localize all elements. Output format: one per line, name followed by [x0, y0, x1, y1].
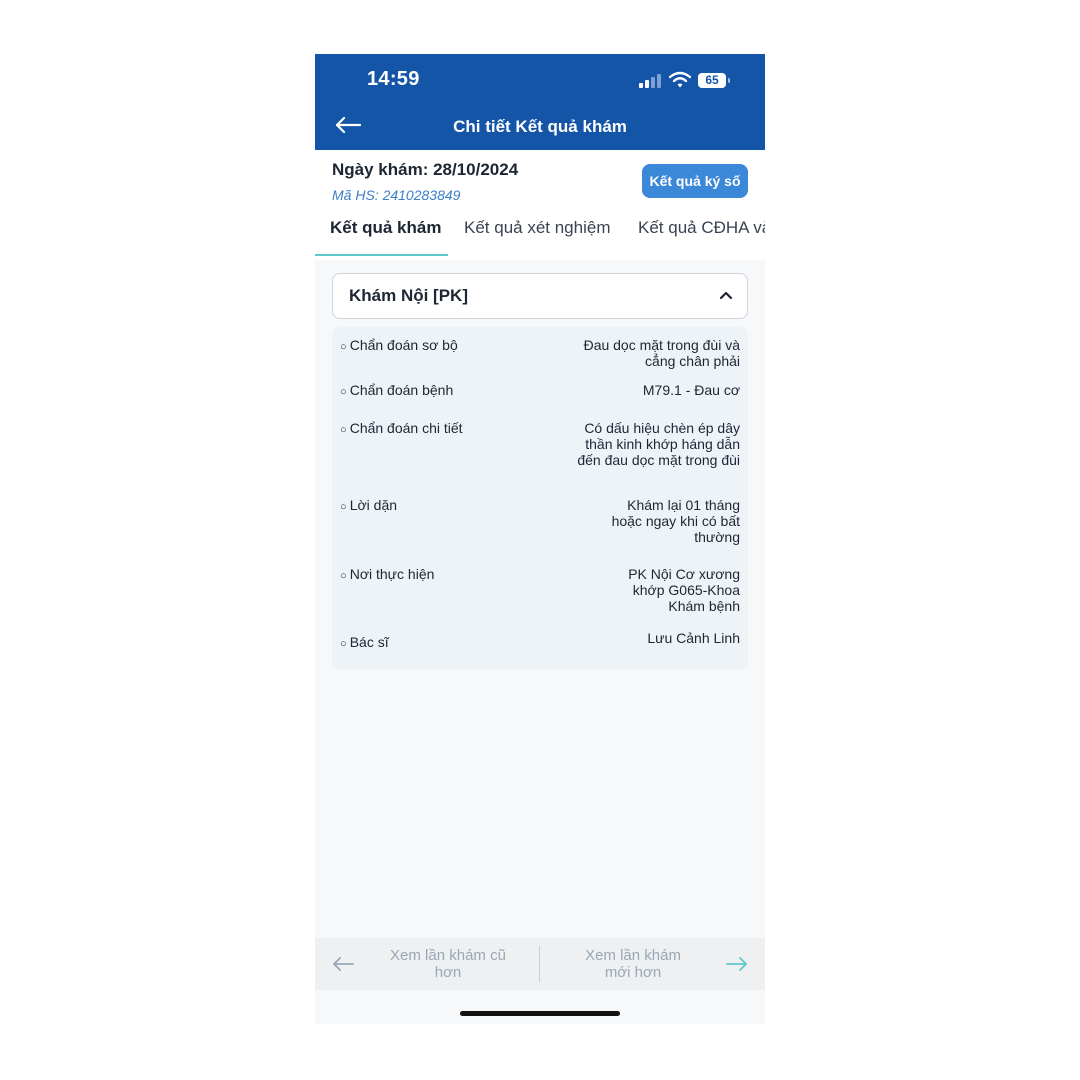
record-id: Mã HS: 2410283849: [332, 187, 461, 203]
detail-value: M79.1 - Đau cơ: [642, 382, 740, 398]
tab-imaging-result[interactable]: Kết quả CĐHA và: [638, 218, 765, 238]
detail-label: Lời dặn: [340, 497, 397, 513]
active-tab-indicator: [315, 254, 448, 256]
detail-label: Chẩn đoán sơ bộ: [340, 337, 458, 353]
signed-result-button[interactable]: Kết quả ký số: [642, 164, 748, 198]
visit-navigation: Xem lần khám cũ hơn Xem lần khám mới hơn: [315, 938, 765, 990]
detail-label: Chẩn đoán bệnh: [340, 382, 454, 398]
chevron-up-icon: [719, 291, 733, 300]
signal-icon: [639, 74, 661, 88]
visit-date: Ngày khám: 28/10/2024: [332, 160, 519, 179]
wifi-icon: [669, 71, 691, 88]
detail-label: Nơi thực hiện: [340, 566, 435, 582]
section-title: Khám Nội [PK]: [349, 286, 468, 305]
tab-lab-result[interactable]: Kết quả xét nghiệm: [464, 218, 610, 238]
page-title: Chi tiết Kết quả khám: [453, 117, 627, 136]
detail-value: PK Nội Cơ xương khớp G065-Khoa Khám bệnh: [628, 566, 740, 614]
detail-value: Lưu Cảnh Linh: [647, 630, 740, 646]
older-visit-button[interactable]: Xem lần khám cũ hơn: [315, 938, 538, 990]
arrow-left-icon: [333, 957, 354, 971]
arrow-right-icon: [726, 957, 747, 971]
detail-label: Chẩn đoán chi tiết: [340, 420, 463, 436]
older-visit-label: Xem lần khám cũ hơn: [390, 947, 506, 981]
exam-details: Chẩn đoán sơ bộ Đau dọc mặt trong đùi và…: [332, 327, 748, 670]
detail-label: Bác sĩ: [340, 634, 389, 650]
app-header: 14:59 65 Chi tiết Kết quả khám: [315, 54, 765, 150]
status-time: 14:59: [367, 68, 420, 90]
phone-screen: 14:59 65 Chi tiết Kết quả khám Ngày khám…: [315, 54, 765, 1024]
newer-visit-label: Xem lần khám mới hơn: [585, 947, 681, 981]
home-indicator: [460, 1011, 620, 1016]
detail-value: Khám lại 01 tháng hoặc ngay khi có bất t…: [611, 497, 740, 545]
tab-exam-result[interactable]: Kết quả khám: [330, 218, 441, 238]
detail-value: Đau dọc mặt trong đùi và cẳng chân phải: [583, 337, 740, 369]
footer-divider: [539, 946, 540, 982]
visit-info: Ngày khám: 28/10/2024 Mã HS: 2410283849 …: [315, 150, 765, 260]
newer-visit-button[interactable]: Xem lần khám mới hơn: [541, 938, 765, 990]
detail-value: Có dấu hiệu chèn ép dây thần kinh khớp h…: [577, 420, 740, 468]
result-tabs: Kết quả khám Kết quả xét nghiệm Kết quả …: [315, 212, 765, 258]
section-header[interactable]: Khám Nội [PK]: [332, 273, 748, 319]
battery-icon: 65: [698, 73, 730, 88]
